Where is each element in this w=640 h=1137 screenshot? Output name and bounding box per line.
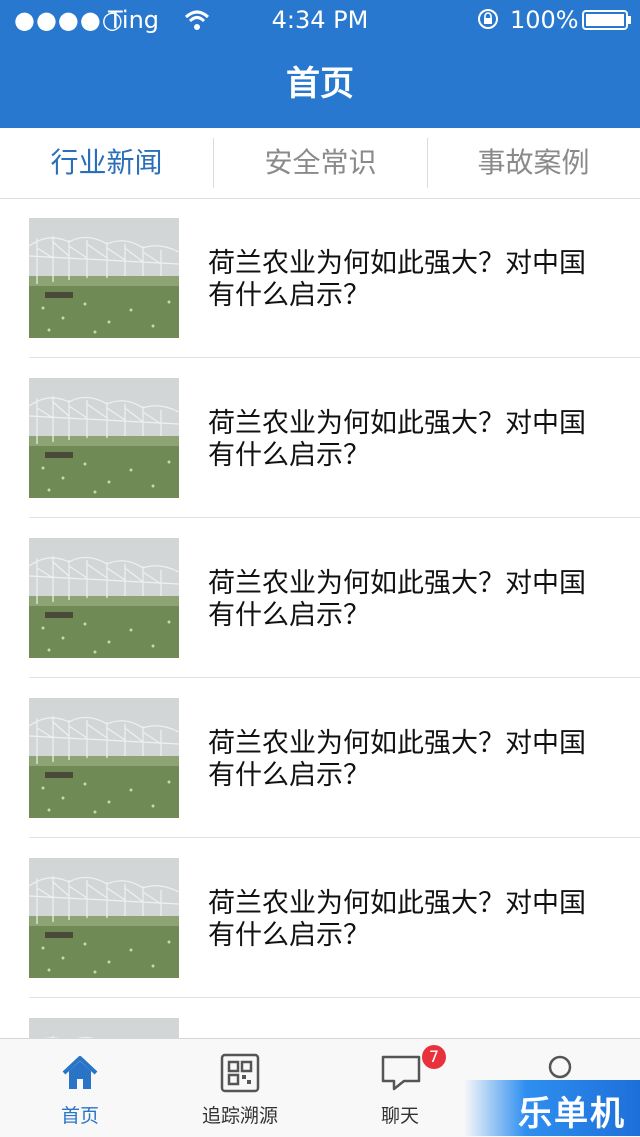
- home-icon: [62, 1056, 98, 1089]
- news-thumbnail: [29, 858, 179, 978]
- news-list-item[interactable]: 荷兰农业为何如此强大？对中国有什么启示？: [0, 838, 640, 998]
- tab-accident-cases[interactable]: 事故案例: [427, 128, 640, 198]
- rotation-lock-icon: [478, 9, 498, 29]
- header: ●●●●○ Ting 4:34 PM 100% 首页: [0, 0, 640, 128]
- unread-badge: 7: [422, 1045, 446, 1069]
- tabbar-label: 首页: [60, 1105, 99, 1127]
- battery-icon: [582, 10, 631, 30]
- watermark-text: 乐单机: [518, 1094, 626, 1134]
- tab-industry-news[interactable]: 行业新闻: [0, 128, 213, 198]
- news-list-item[interactable]: 荷兰农业为何如此强大？对中国有什么启示？: [0, 198, 640, 358]
- news-list-item[interactable]: 荷兰农业为何如此强大？对中国有什么启示？: [0, 358, 640, 518]
- tabbar-label: 追踪溯源: [201, 1105, 278, 1127]
- tab-safety-knowledge[interactable]: 安全常识: [214, 128, 427, 198]
- tabbar-item-trace[interactable]: 追踪溯源: [160, 1039, 320, 1137]
- news-thumbnail: [29, 1018, 179, 1038]
- page-title: 首页: [286, 64, 354, 104]
- news-list-item[interactable]: 荷兰农业为何如此强大？对中国有什么启示？: [0, 518, 640, 678]
- battery-percent: 100%: [510, 6, 579, 34]
- qr-code-icon: [220, 1053, 260, 1093]
- news-thumbnail: [29, 538, 179, 658]
- watermark-logo: 乐单机: [464, 1080, 640, 1136]
- news-thumbnail: [29, 378, 179, 498]
- status-bar: ●●●●○ Ting 4:34 PM 100%: [0, 0, 640, 40]
- category-tabs: 行业新闻 安全常识 事故案例: [0, 128, 640, 199]
- news-list-item[interactable]: [0, 998, 640, 1038]
- news-title: 荷兰农业为何如此强大？对中国有什么启示？: [208, 248, 586, 311]
- tabbar-label: 聊天: [380, 1105, 419, 1127]
- news-list: 荷兰农业为何如此强大？对中国有什么启示？ 荷兰农业为何如此强大？对中国有什么启示？…: [0, 198, 640, 1038]
- news-title: 荷兰农业为何如此强大？对中国有什么启示？: [208, 408, 586, 471]
- chat-bubble-icon: [381, 1055, 421, 1091]
- news-title: 荷兰农业为何如此强大？对中国有什么启示？: [208, 888, 586, 951]
- news-list-item[interactable]: 荷兰农业为何如此强大？对中国有什么启示？: [0, 678, 640, 838]
- news-title: 荷兰农业为何如此强大？对中国有什么启示？: [208, 568, 586, 631]
- news-thumbnail: [29, 698, 179, 818]
- news-title: 荷兰农业为何如此强大？对中国有什么启示？: [208, 728, 586, 791]
- tabbar-item-home[interactable]: 首页: [0, 1039, 160, 1137]
- news-thumbnail: [29, 218, 179, 338]
- tabbar-item-chat[interactable]: 7 聊天: [320, 1039, 480, 1137]
